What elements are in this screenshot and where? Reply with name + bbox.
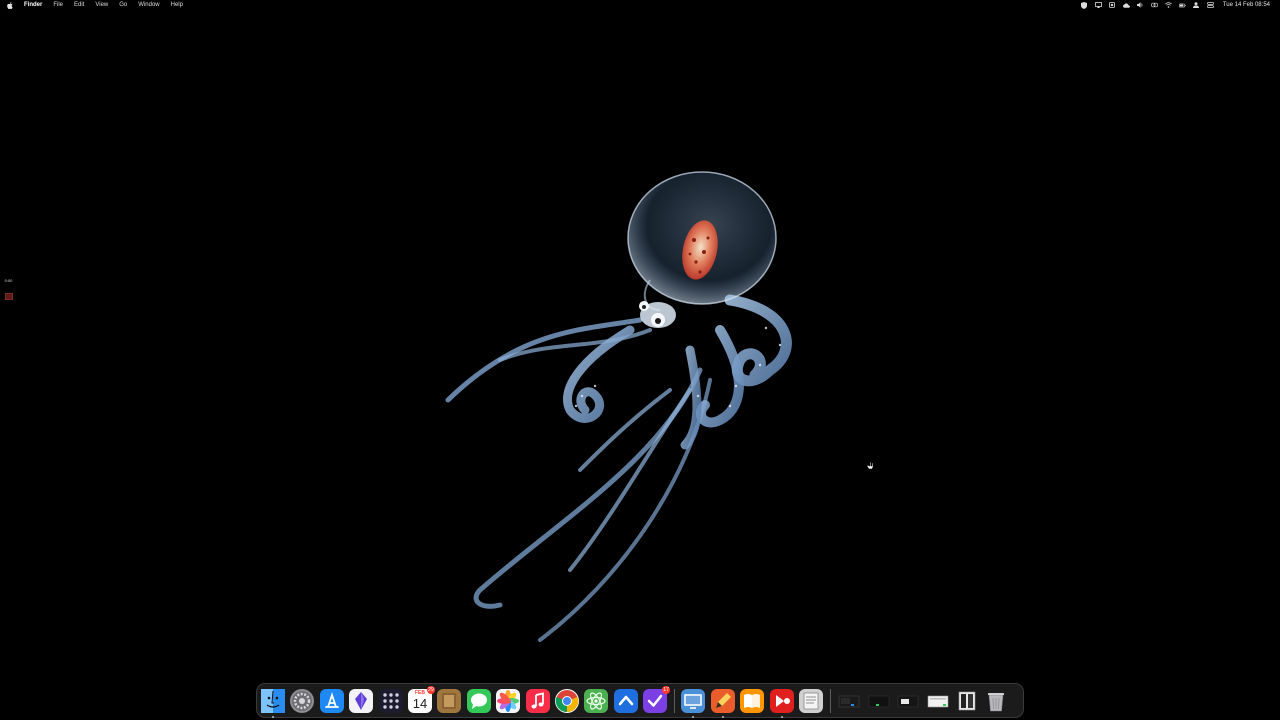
scroll-icon: [803, 692, 819, 709]
menu-app-name[interactable]: Finder: [24, 0, 42, 10]
launchpad-icon: [382, 692, 399, 709]
dock-prompt-app[interactable]: [613, 688, 638, 713]
volume-icon[interactable]: [1136, 2, 1144, 8]
wifi-icon[interactable]: [1164, 2, 1172, 8]
app-status-icon[interactable]: [1109, 2, 1116, 8]
dock-screen-recorder[interactable]: [769, 688, 794, 718]
calendar-day: 14: [412, 695, 428, 711]
control-center-icon[interactable]: [1206, 2, 1214, 8]
window-thumbnail-icon: [868, 695, 890, 707]
dock-window-3[interactable]: [896, 689, 920, 713]
user-icon[interactable]: [1193, 2, 1200, 8]
running-indicator: [780, 715, 783, 718]
finder-icon: [261, 688, 285, 713]
dock-gem-app[interactable]: [349, 688, 374, 713]
dock-preview[interactable]: [681, 688, 706, 718]
running-indicator: [692, 715, 695, 718]
menu-file[interactable]: File: [53, 0, 63, 10]
menu-edit[interactable]: Edit: [74, 0, 84, 10]
dock-chrome[interactable]: [554, 688, 579, 713]
app-store-icon: [324, 691, 339, 708]
dock-notebook-app[interactable]: [437, 688, 462, 713]
dock-finder[interactable]: [261, 688, 285, 718]
stop-recording-button[interactable]: [4, 293, 13, 300]
battery-icon[interactable]: [1178, 2, 1186, 8]
dock-separator: [830, 688, 832, 713]
apple-menu-icon[interactable]: [7, 1, 13, 9]
dock-messages[interactable]: [466, 688, 491, 713]
dock-books[interactable]: [740, 688, 765, 713]
creative-cloud-icon[interactable]: [1150, 2, 1158, 8]
recording-timer: 0:00: [4, 278, 13, 283]
window-thumbnail-icon: [927, 695, 948, 707]
menu-go[interactable]: Go: [119, 0, 127, 10]
pencil-icon: [715, 692, 731, 708]
dock-separator: [674, 688, 676, 713]
chevron-up-icon: [618, 695, 633, 705]
gem-icon: [355, 691, 368, 710]
menu-view[interactable]: View: [95, 0, 108, 10]
window-thumbnail-icon: [897, 695, 919, 707]
shield-icon[interactable]: [1081, 1, 1088, 9]
trash-icon: [988, 692, 1005, 711]
cloud-icon[interactable]: [1122, 2, 1130, 8]
monitor-icon: [684, 693, 703, 709]
dock-system-preferences[interactable]: [290, 688, 315, 713]
book-icon: [744, 693, 761, 708]
dock-music[interactable]: [525, 688, 550, 713]
dock-tasks[interactable]: 17: [643, 685, 671, 713]
window-thumbnail-icon: [958, 691, 976, 710]
recording-widget[interactable]: 0:00: [1, 276, 16, 302]
wallpaper-octopus-image: [445, 171, 792, 642]
dock-script-app[interactable]: [799, 688, 824, 713]
running-indicator: [272, 715, 274, 718]
menu-help[interactable]: Help: [171, 0, 183, 10]
mouse-cursor-icon: [867, 460, 874, 470]
atom-icon: [586, 691, 606, 710]
dock-window-1[interactable]: [837, 689, 861, 713]
messages-icon: [470, 693, 487, 709]
dock-launchpad[interactable]: [378, 688, 403, 713]
menu-bar: Finder File Edit View Go Window Help Tue…: [0, 0, 1280, 10]
chrome-icon: [555, 689, 579, 712]
photos-icon: [497, 689, 520, 712]
dock-photos[interactable]: [496, 688, 521, 713]
dock-pencil-app[interactable]: [710, 688, 735, 718]
dock-app-store[interactable]: [319, 688, 344, 713]
gear-icon: [292, 690, 313, 711]
menu-window[interactable]: Window: [138, 0, 159, 10]
dock-atom[interactable]: [584, 688, 609, 713]
tasks-badge: 17: [662, 685, 671, 694]
dock: FEB 14 29 17: [256, 683, 1024, 718]
notebook-icon: [442, 692, 457, 709]
dock-calendar[interactable]: FEB 14 29: [407, 685, 435, 713]
record-icon: [775, 694, 790, 707]
dock-window-2[interactable]: [867, 689, 891, 713]
dock-window-4[interactable]: [926, 689, 950, 713]
music-icon: [531, 691, 544, 708]
calendar-badge: 29: [426, 685, 435, 694]
desktop[interactable]: Finder File Edit View Go Window Help Tue…: [0, 0, 1280, 720]
cast-icon[interactable]: [1094, 2, 1102, 8]
menubar-clock[interactable]: Tue 14 Feb 08:54: [1223, 0, 1270, 10]
dock-trash[interactable]: [984, 689, 1008, 713]
dock-window-5[interactable]: [955, 689, 979, 713]
running-indicator: [721, 715, 724, 718]
window-thumbnail-icon: [839, 695, 860, 707]
